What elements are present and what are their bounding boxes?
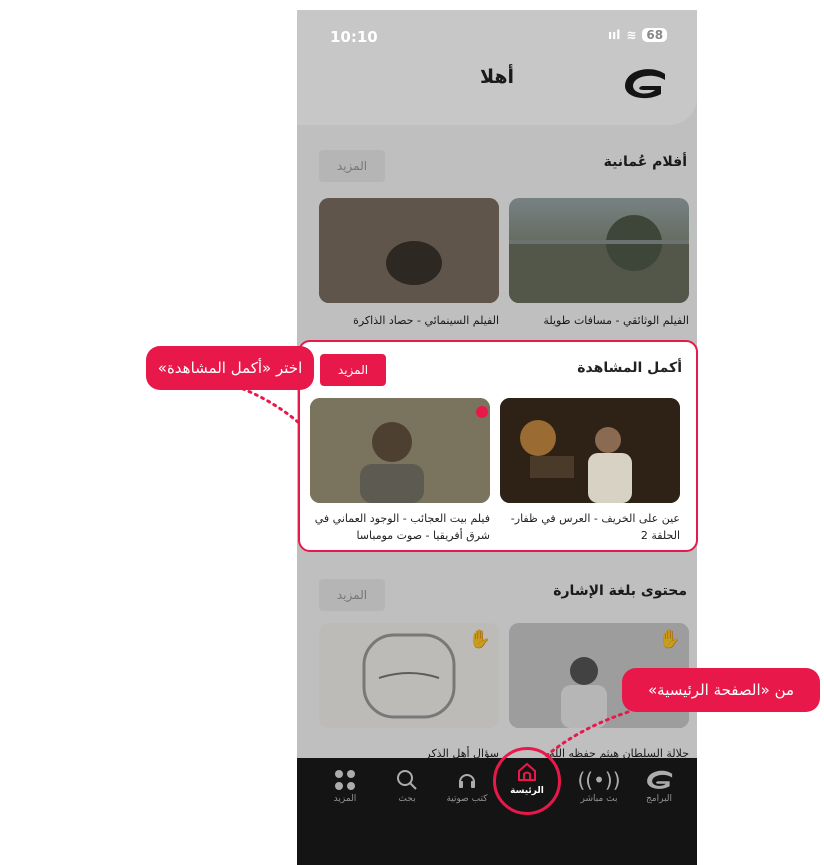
callout-home-page: من «الصفحة الرئيسية» — [622, 668, 820, 712]
sign-language-icon: ✋ — [468, 629, 491, 650]
video-thumbnail[interactable] — [500, 398, 680, 503]
live-icon: ((•)) — [577, 768, 621, 792]
wifi-icon: ≋ — [626, 28, 637, 42]
tab-label: بحث — [398, 794, 416, 804]
section-title: أكمل المشاهدة — [577, 360, 682, 376]
callout-connector-dots — [544, 710, 630, 758]
home-indicator — [131, 840, 269, 845]
tab-live[interactable]: ((•)) بث مباشر — [569, 766, 629, 804]
more-button[interactable]: المزيد — [320, 354, 386, 386]
interview-image — [500, 398, 680, 503]
section-title: محتوى بلغة الإشارة — [553, 583, 687, 599]
video-thumbnail[interactable] — [509, 198, 689, 303]
search-icon — [377, 766, 437, 794]
ruins-image — [319, 198, 499, 303]
headphones-icon — [437, 766, 497, 794]
tab-search[interactable]: بحث — [377, 766, 437, 804]
video-thumbnail[interactable] — [310, 398, 490, 503]
tab-label: كتب صوتية — [446, 794, 488, 804]
more-button[interactable]: المزيد — [319, 150, 385, 182]
home-icon — [497, 758, 557, 786]
tab-home[interactable]: الرئيسة — [497, 758, 557, 796]
landscape-image — [509, 215, 689, 303]
battery-icon: 68 — [642, 28, 668, 42]
section-title: أفلام عُمانية — [603, 154, 687, 170]
signal-icon: ııl — [608, 28, 621, 42]
tab-label: بث مباشر — [580, 794, 618, 804]
status-icons: ııl ≋ 68 — [608, 28, 668, 42]
video-caption: الفيلم السينمائي - حصاد الذاكرة — [353, 314, 499, 327]
tab-label: المزيد — [333, 794, 357, 804]
tab-audiobooks[interactable]: كتب صوتية — [437, 766, 497, 804]
tab-programs[interactable]: البرامج — [629, 766, 689, 804]
status-time: 10:10 — [330, 28, 378, 46]
man-portrait-image — [310, 398, 490, 503]
tab-label: الرئيسة — [510, 786, 544, 796]
app-logo-icon — [625, 69, 665, 99]
grid-icon — [315, 766, 375, 794]
callout-continue-watching: اختر «أكمل المشاهدة» — [146, 346, 314, 390]
video-caption: عين على الخريف - العرس في ظفار- الحلقة 2 — [510, 512, 680, 542]
video-thumbnail[interactable]: ✋ — [319, 623, 499, 728]
logo-icon — [629, 766, 689, 794]
sign-language-icon: ✋ — [658, 629, 681, 650]
tab-label: البرامج — [645, 794, 673, 804]
video-thumbnail[interactable] — [319, 198, 499, 303]
tab-more[interactable]: المزيد — [315, 766, 375, 804]
more-button[interactable]: المزيد — [319, 579, 385, 611]
section-continue-watching: أكمل المشاهدة المزيد عين على الخريف - ال… — [298, 340, 698, 552]
section-omani-films: أفلام عُمانية المزيد الفيلم الوثائقي - م… — [307, 140, 689, 330]
video-caption: الفيلم الوثائقي - مسافات طويلة — [543, 314, 689, 327]
video-caption: فيلم بيت العجائب - الوجود العماني في شرق… — [314, 512, 490, 542]
